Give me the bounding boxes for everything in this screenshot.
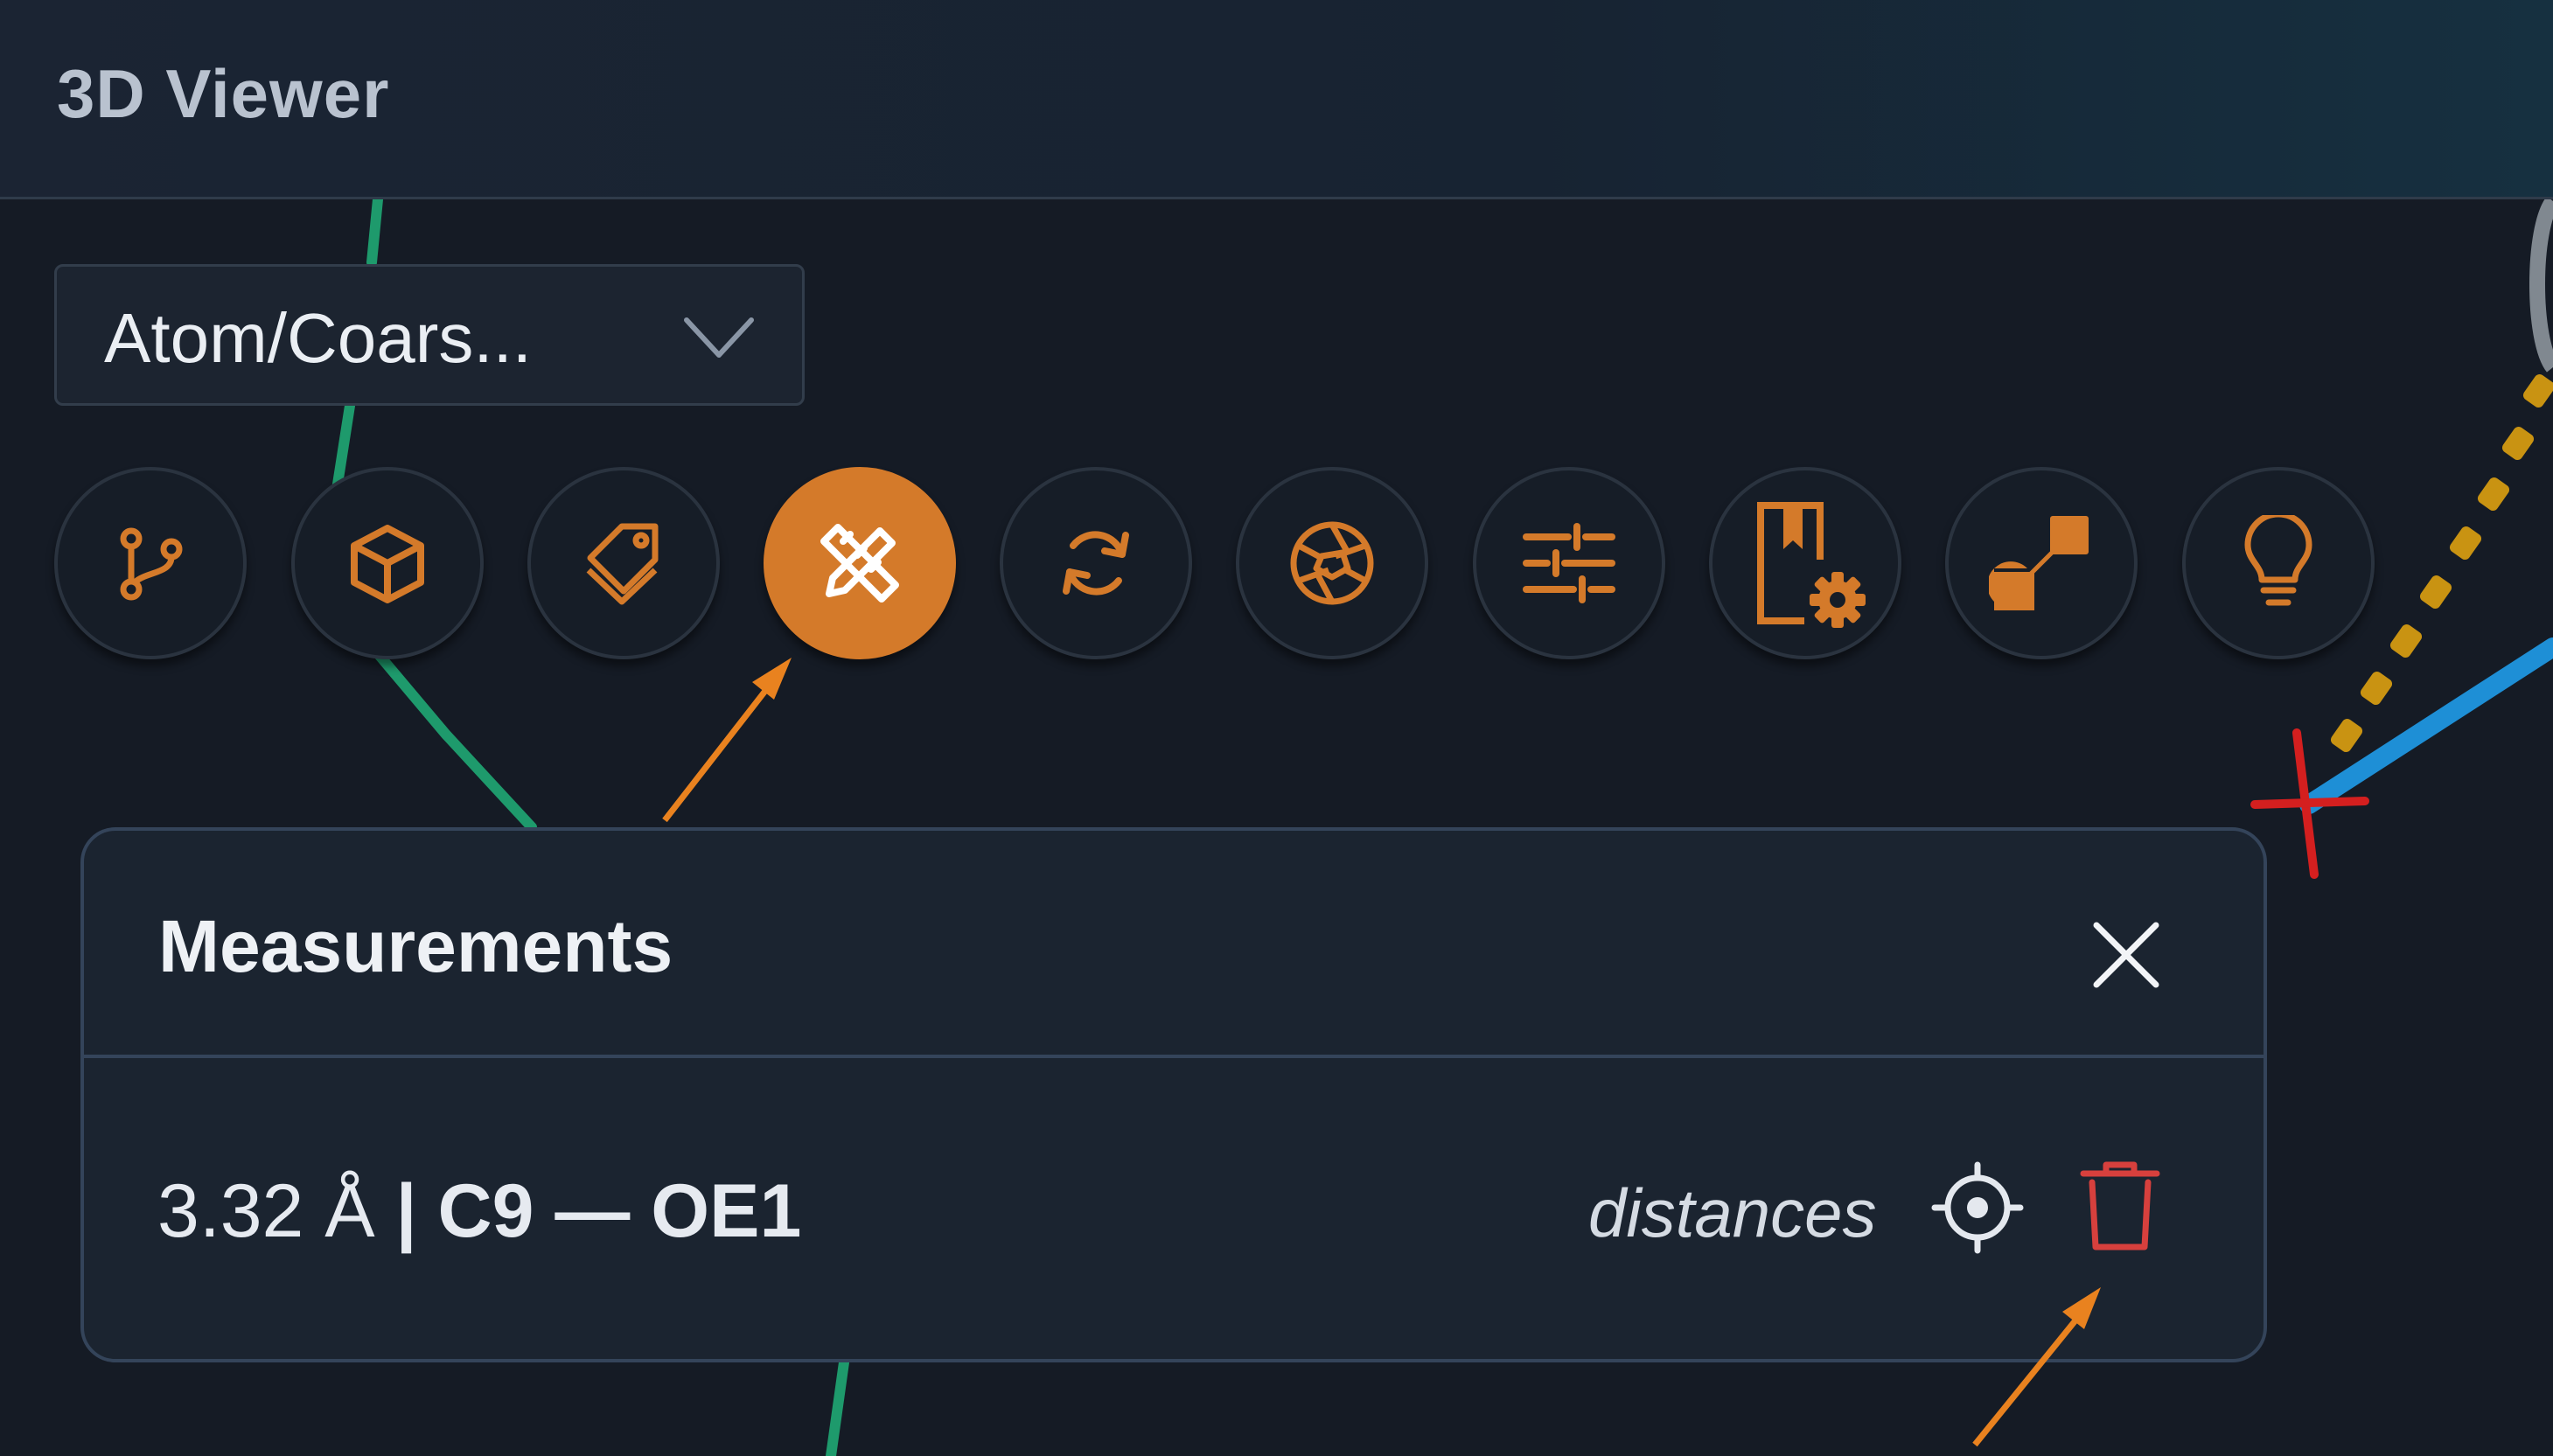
bookmark-settings-button[interactable] xyxy=(1709,467,1901,659)
measurement-row[interactable]: 3.32 Å | C9 — OE1 distances xyxy=(84,1058,2264,1355)
tags-button[interactable] xyxy=(527,467,720,659)
resize-button[interactable] xyxy=(1945,467,2138,659)
branch-button[interactable] xyxy=(54,467,247,659)
representation-select[interactable]: Atom/Coars... xyxy=(54,264,805,406)
viewer-stage: 3D Viewer Atom/Coars... Measurements 3.3… xyxy=(0,0,2553,1456)
pencil-ruler-icon xyxy=(820,524,899,603)
measurements-panel-header: Measurements xyxy=(84,831,2264,1058)
settings-sliders-button[interactable] xyxy=(1473,467,1665,659)
measurement-separator: | xyxy=(374,1169,438,1253)
representation-select-value: Atom/Coars... xyxy=(104,299,533,377)
bookmark-settings-icon xyxy=(1757,502,1866,628)
measurement-dash: — xyxy=(534,1169,652,1253)
trash-icon[interactable] xyxy=(2080,1161,2160,1252)
atom-marker-cross xyxy=(2250,728,2369,879)
lightbulb-icon xyxy=(2244,515,2312,606)
tags-icon xyxy=(586,523,659,605)
cube-icon xyxy=(351,525,424,603)
camera-aperture-icon xyxy=(1290,521,1374,605)
rotate-icon xyxy=(1063,531,1129,596)
chevron-down-icon xyxy=(684,317,754,358)
viewer-title: 3D Viewer xyxy=(57,55,390,132)
measurements-panel: Measurements 3.32 Å | C9 — OE1 distances xyxy=(80,827,2267,1362)
measurement-atom-1: C9 xyxy=(437,1169,534,1253)
measurements-panel-title: Measurements xyxy=(158,905,673,987)
close-icon[interactable] xyxy=(2084,913,2168,997)
viewer-header: 3D Viewer xyxy=(0,0,2553,199)
measurement-label: 3.32 Å | C9 — OE1 xyxy=(157,1168,801,1255)
crosshair-icon[interactable] xyxy=(1929,1160,2026,1256)
resize-diagonal-icon xyxy=(1989,516,2089,610)
measurement-value: 3.32 Å xyxy=(157,1169,375,1253)
measurement-atom-2: OE1 xyxy=(651,1169,802,1253)
measure-tool-button[interactable] xyxy=(764,467,956,659)
lighting-button[interactable] xyxy=(2182,467,2375,659)
sliders-icon xyxy=(1523,523,1615,603)
screenshot-button[interactable] xyxy=(1236,467,1428,659)
measurement-type: distances xyxy=(1588,1174,1877,1251)
cube-button[interactable] xyxy=(291,467,484,659)
grey-atom-sphere xyxy=(2529,196,2553,373)
rotate-button[interactable] xyxy=(1000,467,1192,659)
branch-icon xyxy=(120,527,183,601)
